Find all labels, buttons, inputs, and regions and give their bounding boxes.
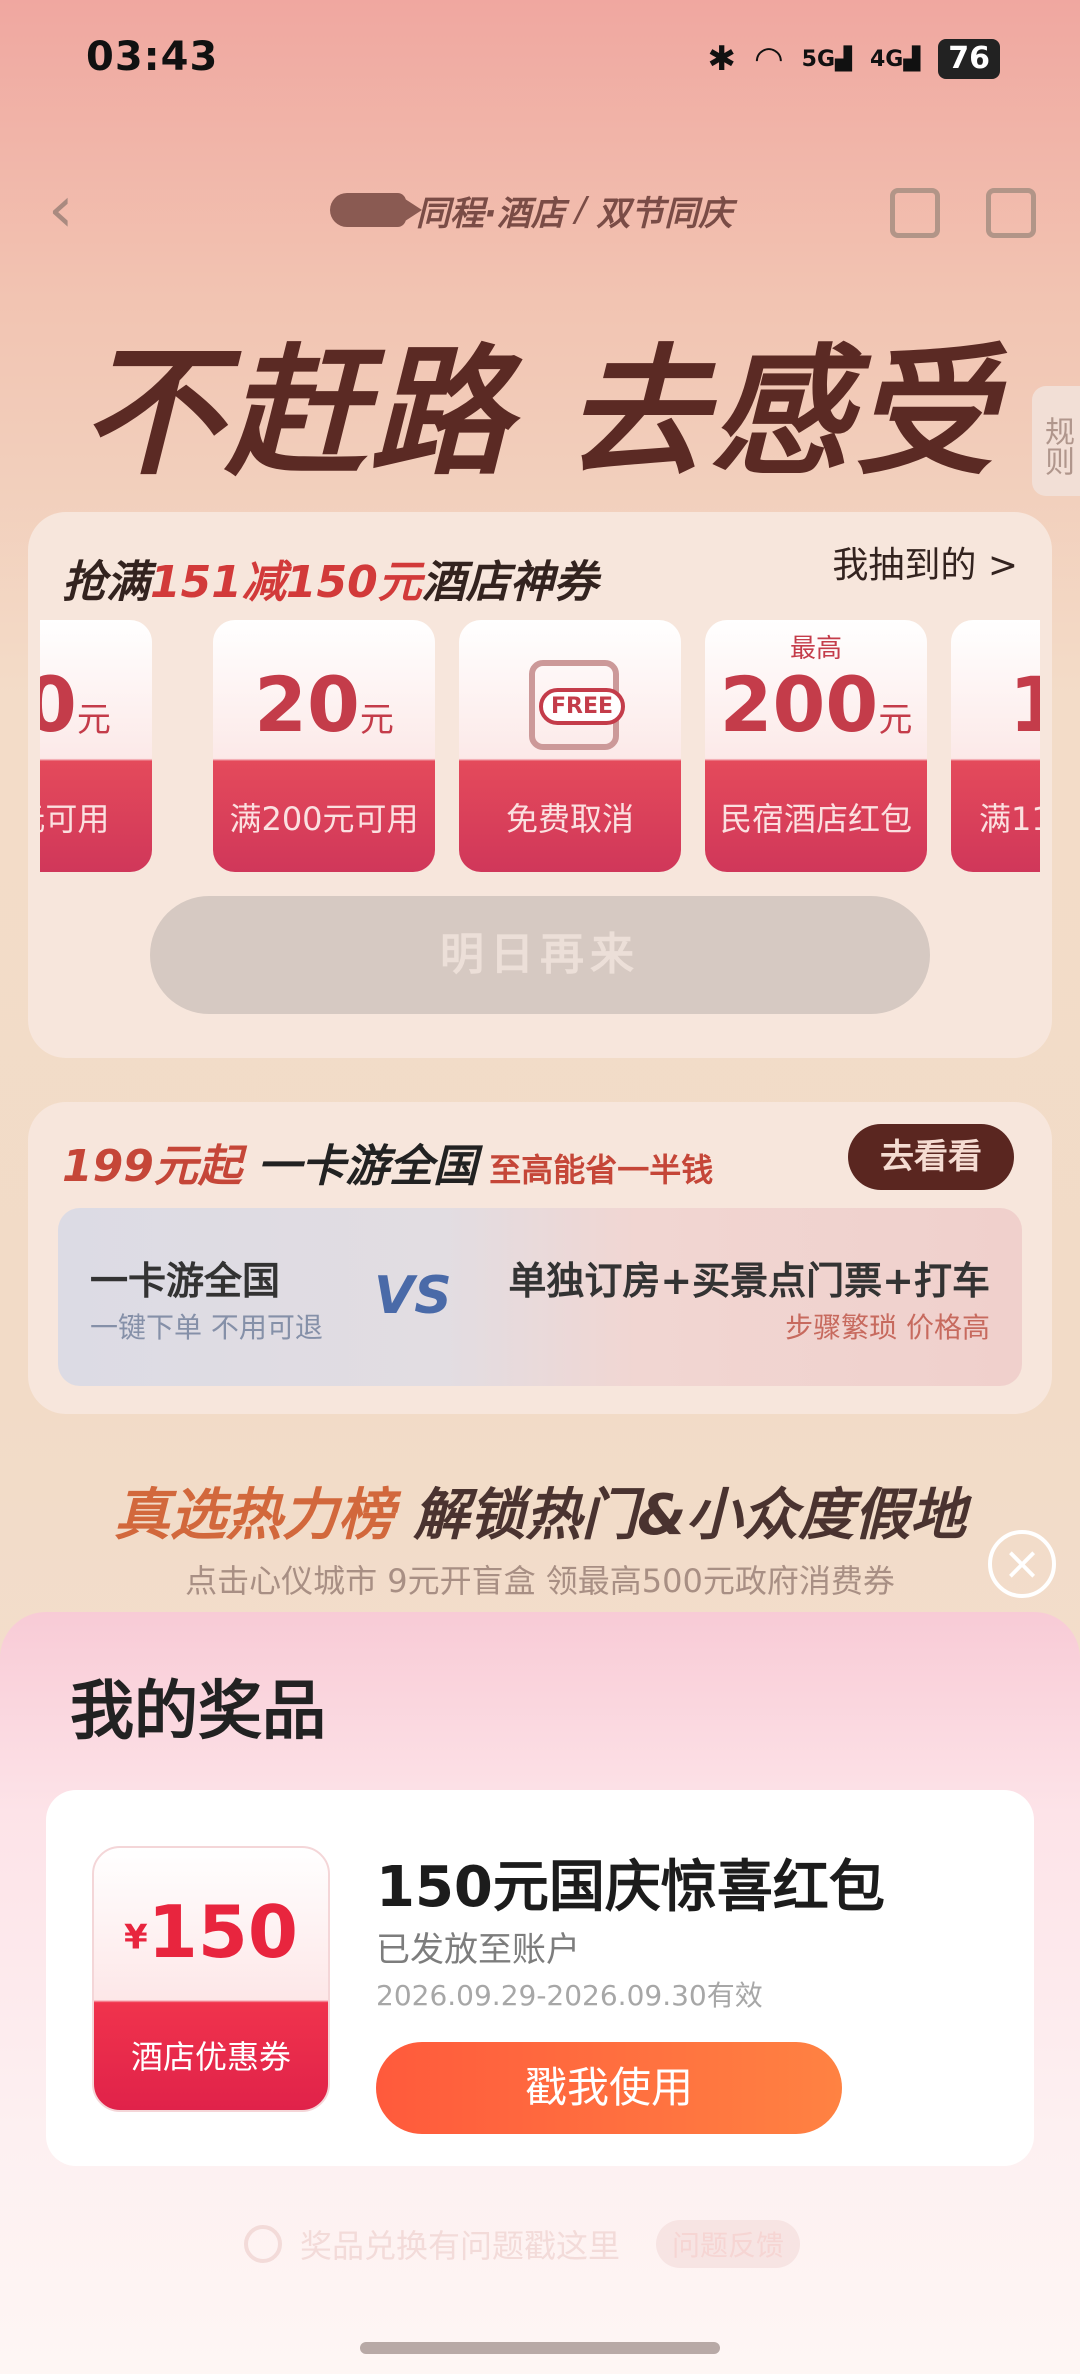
use-now-button[interactable]: 戳我使用 xyxy=(376,2042,842,2134)
compare-right-subtitle: 步骤繁琐 价格高 xyxy=(785,1311,990,1344)
status-time: 03:43 xyxy=(86,34,219,80)
coupon-item[interactable]: 20元 满200元可用 xyxy=(213,620,435,872)
compare-left-title: 一卡游全国 xyxy=(90,1259,281,1303)
brand-separator: / xyxy=(574,190,587,230)
coupon-card-title: 抢满151减150元酒店神券 xyxy=(62,557,598,608)
prize-name: 150元国庆惊喜红包 xyxy=(376,1855,885,1920)
go-see-button[interactable]: 去看看 xyxy=(848,1124,1014,1190)
campaign-name: 双节同庆 xyxy=(596,193,733,234)
prize-coupon-amount: ¥150 xyxy=(124,1890,298,1974)
brand-logo-icon xyxy=(330,193,422,227)
brand-title: 同程·酒店 / 双节同庆 xyxy=(330,180,732,240)
prize-sheet-title: 我的奖品 xyxy=(70,1675,326,1749)
hot-list-title: 真选热力榜 解锁热门&小众度假地 xyxy=(113,1483,967,1548)
my-prizes-link[interactable]: 我抽到的 > xyxy=(832,536,1018,588)
wifi-icon: ◠ xyxy=(753,39,784,79)
help-text[interactable]: 奖品兑换有问题戳这里 xyxy=(300,2221,620,2267)
battery-icon: 76 xyxy=(938,39,1000,79)
coupon-item[interactable]: 00元 00元可用 xyxy=(40,620,152,872)
prize-coupon-label: 酒店优惠券 xyxy=(130,2038,291,2076)
edit-icon[interactable] xyxy=(986,188,1036,238)
signal-5g-icon: 5G▟ xyxy=(801,46,852,72)
coupon-item[interactable]: 1 满11 xyxy=(951,620,1040,872)
rules-tab[interactable]: 规则 xyxy=(1032,386,1080,496)
help-row[interactable]: 奖品兑换有问题戳这里 问题反馈 xyxy=(244,2220,801,2268)
signal-4g-icon: 4G▟ xyxy=(869,46,921,72)
come-back-tomorrow-button[interactable]: 明日再来 xyxy=(150,896,930,1014)
coupon-carousel[interactable]: 00元 00元可用 20元 满200元可用 FREE 免费取消 最高 200元 … xyxy=(40,620,1040,880)
coupon-item[interactable]: FREE 免费取消 xyxy=(459,620,681,872)
headline: 不赶路 去感受 xyxy=(81,332,999,495)
compare-right-title: 单独订房+买景点门票+打车 xyxy=(508,1259,990,1303)
feedback-button[interactable]: 问题反馈 xyxy=(656,2220,801,2268)
prize-status: 已发放至账户 xyxy=(376,1930,580,1970)
vs-label: VS xyxy=(374,1266,452,1326)
chat-icon xyxy=(244,2225,282,2263)
hot-list-subtitle: 点击心仪城市 9元开盲盒 领最高500元政府消费券 xyxy=(185,1562,895,1600)
home-indicator[interactable] xyxy=(360,2342,720,2354)
close-icon[interactable]: × xyxy=(988,1530,1056,1598)
brand-name: 同程·酒店 xyxy=(416,193,565,234)
status-bar: 03:43 ✱ ◠ 5G▟ 4G▟ 76 xyxy=(0,0,1080,120)
prize-validity: 2026.09.29-2026.09.30有效 xyxy=(376,1979,763,2012)
card-pass-title: 199元起 一卡游全国 至高能省一半钱 xyxy=(62,1141,714,1192)
bluetooth-icon: ✱ xyxy=(707,39,736,79)
status-icons: ✱ ◠ 5G▟ 4G▟ 76 xyxy=(707,34,1000,84)
back-icon[interactable]: ‹ xyxy=(48,178,98,242)
share-icon[interactable] xyxy=(890,188,940,238)
coupon-item[interactable]: 最高 200元 民宿酒店红包 xyxy=(705,620,927,872)
free-badge: FREE xyxy=(539,688,626,725)
compare-left-subtitle: 一键下单 不用可退 xyxy=(90,1311,323,1344)
